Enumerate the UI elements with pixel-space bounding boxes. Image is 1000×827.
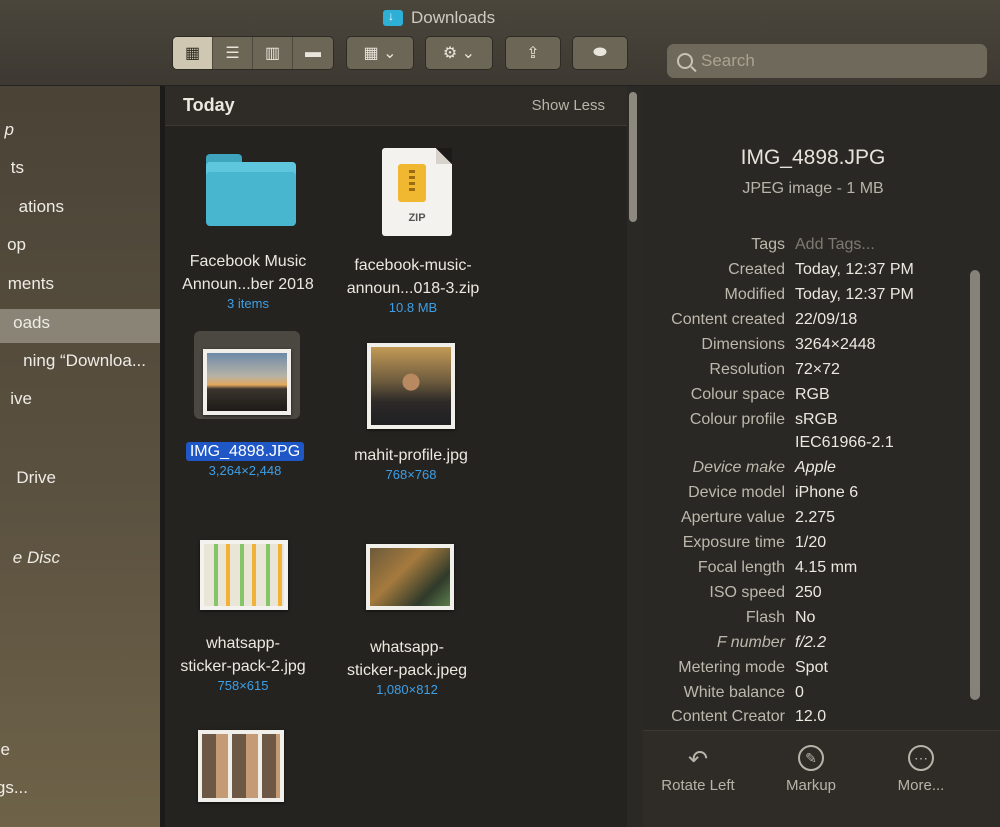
sidebar: p ts ations op ments oads ning “Downloa.… [0,86,160,827]
sticker-pack-thumbnail[interactable] [366,544,454,610]
downloads-folder-icon [383,9,403,26]
rotate-left-icon: ↶ [687,746,709,773]
file-item-img-4898[interactable]: IMG_4898.JPG 3,264×2,448 [160,440,330,478]
sidebar-item-4[interactable]: op [0,235,160,261]
file-item-whatsapp-sticker-pack-2[interactable]: whatsapp- sticker-pack-2.jpg 758×615 [158,632,328,693]
share-button[interactable]: ⇪ [506,37,560,69]
icon-view-icon: ▦ [184,45,201,62]
search-field[interactable] [667,44,987,78]
sidebar-item-8[interactable]: ive [0,389,160,415]
group-by-button[interactable]: ▦ ⌄ [347,37,413,69]
metadata-row: Content created 22/09/18 [671,311,858,328]
list-view-button[interactable]: ☰ [213,37,253,69]
gear-icon: ⚙ ⌄ [442,45,476,62]
sidebar-item-1[interactable]: p [0,120,160,146]
action-menu[interactable]: ⚙ ⌄ [425,36,493,70]
preview-file-name: IMG_4898.JPG [740,146,886,169]
file-list-scrollbar[interactable] [627,86,643,827]
zip-archive-icon[interactable]: ZIP [382,148,452,236]
grid-menu-icon: ▦ ⌄ [363,45,397,62]
sidebar-item-11[interactable]: e [0,740,160,766]
section-header: Today Show Less [165,86,627,126]
markup-icon: ✎ [798,745,824,771]
share-menu[interactable]: ⇪ [505,36,561,70]
icon-view-button[interactable]: ▦ [173,37,213,69]
sidebar-item-drive[interactable]: Drive [0,468,160,494]
sidebar-item-3[interactable]: ations [0,197,160,223]
metadata-row: Tags Add Tags... [643,236,973,260]
metadata-row: IEC61966-2.1 [795,434,894,451]
metadata-row: Created Today, 12:37 PM [728,261,914,278]
column-view-icon: ▥ [264,45,281,62]
metadata-row: ISO speed 250 [709,584,822,601]
tags-menu[interactable]: ⬬ [572,36,628,70]
metadata-row: Dimensions 3264×2448 [701,336,876,353]
toolbar: Downloads ▦ ☰ ▥ ▬ ▦ ⌄ ⚙ ⌄ ⇪ ⬬ [0,0,1000,86]
gallery-view-icon: ▬ [305,44,321,61]
partial-image-thumbnail[interactable] [198,730,284,802]
action-button[interactable]: ⚙ ⌄ [426,37,492,69]
sidebar-item-downloads[interactable]: oads [0,309,160,343]
file-item-mahit-profile[interactable]: mahit-profile.jpg 768×768 [326,444,496,482]
img-4898-thumbnail[interactable] [203,349,291,415]
file-item-facebook-music-folder[interactable]: Facebook Music Announ...ber 2018 3 items [163,250,333,311]
file-item-whatsapp-sticker-pack[interactable]: whatsapp- sticker-pack.jpeg 1,080×812 [322,636,492,697]
sticker-pack-2-thumbnail[interactable] [200,540,288,610]
group-by-menu[interactable]: ▦ ⌄ [346,36,414,70]
window-title: Downloads [383,8,495,28]
file-meta: 1,080×812 [376,682,438,697]
file-meta: 3,264×2,448 [208,463,282,478]
sidebar-item-12[interactable]: gs... [0,778,160,804]
metadata-row: Exposure time 1/20 [682,534,827,551]
rotate-left-button[interactable]: ↶ Rotate Left [648,745,748,794]
add-tags-field[interactable]: Add Tags... [795,236,875,260]
file-meta: 10.8 MB [388,300,438,315]
share-icon: ⇪ [526,45,540,62]
metadata-row: Modified Today, 12:37 PM [724,286,914,303]
list-view-icon: ☰ [225,45,240,62]
file-meta: 768×768 [385,467,437,482]
window-title-text: Downloads [411,8,496,27]
tag-button[interactable]: ⬬ [573,37,627,69]
metadata-row: Aperture value 2.275 [680,509,836,526]
search-icon [677,53,693,69]
file-meta: 3 items [227,296,269,311]
metadata-row: F number f/2.2 [716,634,827,651]
sidebar-item-disc[interactable]: e Disc [0,548,160,574]
metadata-row: White balance 0 [683,684,804,701]
tag-icon: ⬬ [593,44,607,61]
sidebar-item-5[interactable]: ments [0,274,160,300]
column-view-button[interactable]: ▥ [253,37,293,69]
more-button[interactable]: ⋯ More... [871,745,971,794]
metadata-row: Resolution 72×72 [709,361,840,378]
metadata-row: Device make Apple [692,459,836,476]
search-input[interactable] [701,51,961,71]
quick-actions-bar: ↶ Rotate Left ✎ Markup ⋯ More... [643,730,1000,827]
more-icon: ⋯ [908,745,934,771]
mahit-profile-thumbnail[interactable] [367,343,455,429]
metadata-row: Colour space RGB [690,386,830,403]
markup-button[interactable]: ✎ Markup [761,745,861,794]
preview-file-kind: JPEG image - 1 MB [742,180,884,197]
metadata-row: Content Creator 12.0 [671,708,827,725]
metadata-row: Focal length 4.15 mm [697,559,858,576]
folder-icon[interactable] [206,154,296,226]
metadata-row: Metering mode Spot [678,659,828,676]
metadata-row: Flash No [745,609,816,626]
metadata-row: Colour profile sRGB [689,411,838,428]
file-meta: 758×615 [217,678,269,693]
sidebar-item-2[interactable]: ts [0,158,160,184]
show-less-button[interactable]: Show Less [532,97,605,114]
section-title: Today [183,95,235,115]
gallery-view-button[interactable]: ▬ [293,37,333,69]
sidebar-item-7[interactable]: ning “Downloa... [0,351,160,377]
view-mode-segmented: ▦ ☰ ▥ ▬ [172,36,334,70]
metadata-row: Device model iPhone 6 [688,484,859,501]
file-list-scroll-thumb[interactable] [629,92,637,222]
file-item-facebook-music-zip[interactable]: facebook-music- announ...018-3.zip 10.8 … [328,254,498,315]
